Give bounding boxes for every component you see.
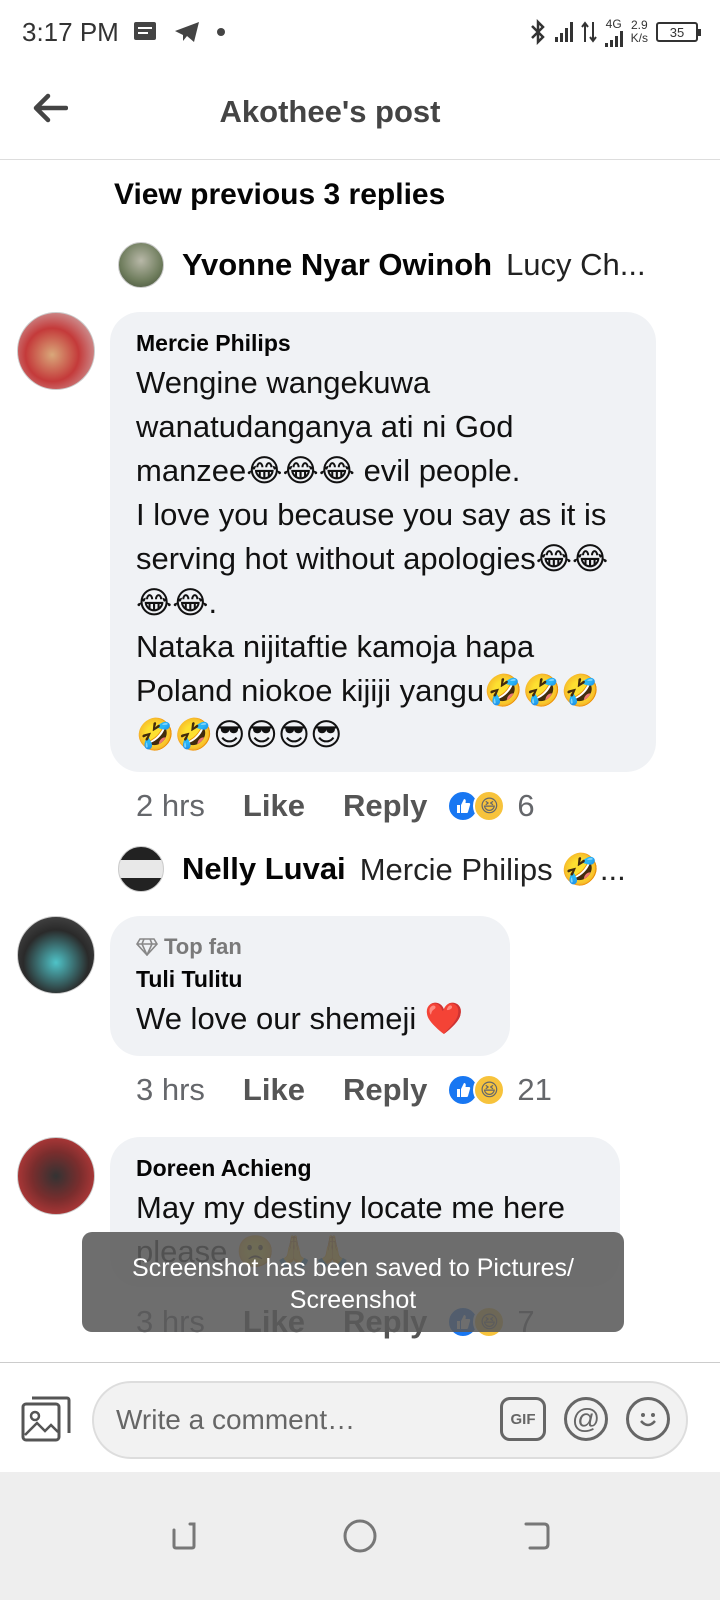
- photo-button[interactable]: [20, 1395, 72, 1445]
- battery-icon: 35: [656, 22, 701, 42]
- signal-icon: [554, 22, 573, 42]
- avatar[interactable]: [17, 312, 95, 390]
- top-fan-label: Top fan: [164, 934, 242, 959]
- page-title: Akothee's post: [219, 93, 441, 129]
- comment-time: 3 hrs: [136, 1072, 205, 1107]
- reply-preview[interactable]: Nelly Luvai Mercie Philips 🤣...: [118, 846, 626, 892]
- comment-composer: Write a comment… GIF @: [0, 1362, 720, 1472]
- comment-input-placeholder: Write a comment…: [116, 1404, 356, 1435]
- emoji-icon: [640, 1413, 656, 1427]
- comment-text: Wengine wangekuwa wanatudanganya ati ni …: [136, 365, 609, 752]
- comment-time: 2 hrs: [136, 788, 205, 823]
- reaction-summary[interactable]: 😆: [447, 790, 506, 822]
- gif-button[interactable]: GIF: [500, 1397, 546, 1441]
- bluetooth-icon: [530, 19, 545, 45]
- dot-icon: [216, 28, 225, 36]
- comment-bubble[interactable]: Mercie Philips Wengine wangekuwa wanatud…: [110, 312, 656, 772]
- recents-button[interactable]: [166, 1518, 202, 1554]
- avatar[interactable]: [118, 846, 164, 892]
- reaction-count: 21: [517, 1072, 552, 1107]
- comment-actions: 3 hrs Like Reply 😆 21: [136, 1072, 552, 1108]
- reply-button[interactable]: Reply: [343, 1072, 427, 1108]
- status-time: 3:17 PM: [22, 16, 119, 47]
- haha-reaction-icon: 😆: [473, 1074, 506, 1106]
- comment-author[interactable]: Mercie Philips: [136, 330, 630, 357]
- home-button[interactable]: [342, 1518, 378, 1554]
- reply-preview[interactable]: Yvonne Nyar Owinoh Lucy Ch...: [118, 242, 646, 288]
- reply-author[interactable]: Yvonne Nyar Owinoh: [182, 247, 492, 283]
- status-bar: 3:17 PM 4G 2.9 K/s 35: [0, 0, 720, 64]
- avatar[interactable]: [17, 1137, 95, 1215]
- reaction-count: 6: [517, 788, 535, 823]
- header: Akothee's post: [0, 64, 720, 160]
- system-nav-bar: [0, 1472, 720, 1600]
- reply-button[interactable]: Reply: [343, 788, 427, 824]
- signal-icon-2: [604, 30, 623, 47]
- back-nav-icon: [524, 1522, 550, 1550]
- comment-input[interactable]: Write a comment… GIF @: [92, 1381, 688, 1459]
- back-button[interactable]: [28, 86, 72, 130]
- toast-line-2: Screenshot: [289, 1286, 417, 1314]
- reply-snippet: Lucy Ch...: [506, 247, 646, 282]
- haha-reaction-icon: 😆: [473, 790, 506, 822]
- top-fan-badge: Top fan: [136, 934, 484, 960]
- comment-actions: 2 hrs Like Reply 😆 6: [136, 788, 535, 824]
- screenshot-toast: Screenshot has been saved to Pictures/ S…: [82, 1232, 624, 1332]
- reaction-summary[interactable]: 😆: [447, 1074, 506, 1106]
- message-icon: [133, 22, 156, 40]
- comment-author[interactable]: Doreen Achieng: [136, 1155, 594, 1182]
- net-speed: 2.9 K/s: [631, 19, 648, 45]
- mention-button[interactable]: @: [564, 1397, 608, 1441]
- mention-icon: @: [571, 1403, 601, 1434]
- like-button[interactable]: Like: [243, 1072, 305, 1108]
- telegram-icon: [174, 22, 199, 42]
- network-type: 4G: [605, 16, 622, 31]
- comment-text: We love our shemeji ❤️: [136, 1001, 464, 1036]
- home-icon: [343, 1519, 377, 1553]
- view-previous-replies-link[interactable]: View previous 3 replies: [114, 178, 445, 212]
- back-arrow-icon: [33, 93, 68, 123]
- recents-icon: [172, 1522, 196, 1550]
- toast-line-1: Screenshot has been saved to Pictures/: [132, 1254, 574, 1282]
- reply-snippet: Mercie Philips 🤣...: [359, 851, 626, 887]
- comment-author[interactable]: Tuli Tulitu: [136, 966, 484, 993]
- like-button[interactable]: Like: [243, 788, 305, 824]
- gif-icon: GIF: [510, 1410, 536, 1428]
- reply-author[interactable]: Nelly Luvai: [182, 851, 346, 887]
- battery-level: 35: [669, 24, 685, 40]
- back-nav-button[interactable]: [518, 1518, 554, 1554]
- data-transfer-icon: [580, 21, 597, 43]
- emoji-button[interactable]: [626, 1397, 670, 1441]
- avatar[interactable]: [17, 916, 95, 994]
- photo-icon: [21, 1396, 71, 1442]
- comment-bubble[interactable]: Top fan Tuli Tulitu We love our shemeji …: [110, 916, 510, 1056]
- avatar[interactable]: [118, 242, 164, 288]
- diamond-icon: [136, 938, 158, 956]
- net-speed-unit: K/s: [630, 31, 648, 45]
